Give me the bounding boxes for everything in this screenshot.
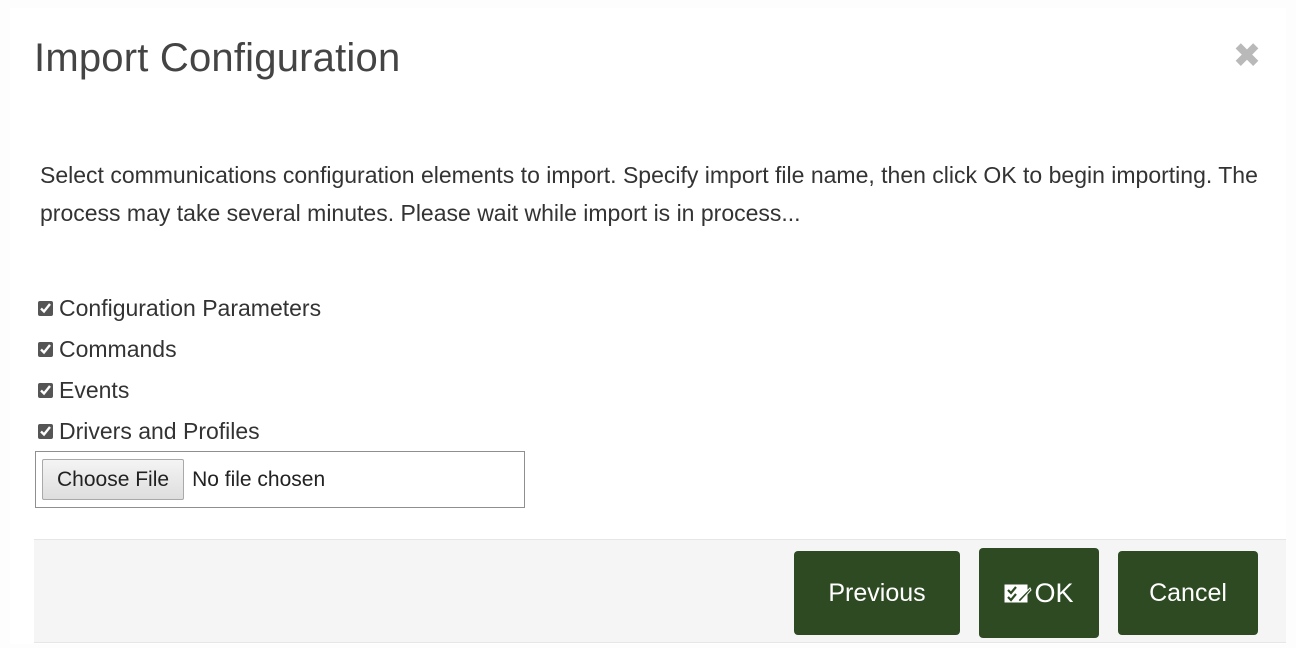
import-configuration-dialog: Import Configuration ✖ Select communicat… (10, 8, 1286, 644)
import-options-list: Configuration Parameters Commands Events… (36, 288, 321, 452)
ok-button[interactable]: OK (979, 548, 1099, 638)
previous-button[interactable]: Previous (794, 551, 960, 635)
file-status-text: No file chosen (192, 467, 326, 491)
option-configuration-parameters[interactable]: Configuration Parameters (36, 288, 321, 329)
option-drivers-and-profiles[interactable]: Drivers and Profiles (36, 411, 321, 452)
option-events[interactable]: Events (36, 370, 321, 411)
events-checkbox[interactable] (38, 383, 53, 398)
drivers-and-profiles-checkbox[interactable] (38, 424, 53, 439)
dialog-title: Import Configuration (34, 36, 401, 80)
close-icon[interactable]: ✖ (1232, 38, 1262, 74)
ok-label: OK (1034, 577, 1074, 608)
option-label: Commands (59, 336, 177, 362)
option-label: Events (59, 377, 130, 403)
cancel-button[interactable]: Cancel (1118, 551, 1258, 635)
option-label: Configuration Parameters (59, 295, 322, 321)
file-input[interactable]: Choose File No file chosen (35, 451, 525, 508)
option-commands[interactable]: Commands (36, 329, 321, 370)
option-label: Drivers and Profiles (59, 418, 260, 444)
choose-file-button[interactable]: Choose File (42, 459, 185, 500)
dialog-description: Select communications configuration elem… (40, 162, 1258, 226)
configuration-parameters-checkbox[interactable] (38, 301, 53, 316)
checklist-icon (1004, 582, 1033, 604)
dialog-footer: Previous OK Cancel (34, 539, 1286, 643)
commands-checkbox[interactable] (38, 342, 53, 357)
